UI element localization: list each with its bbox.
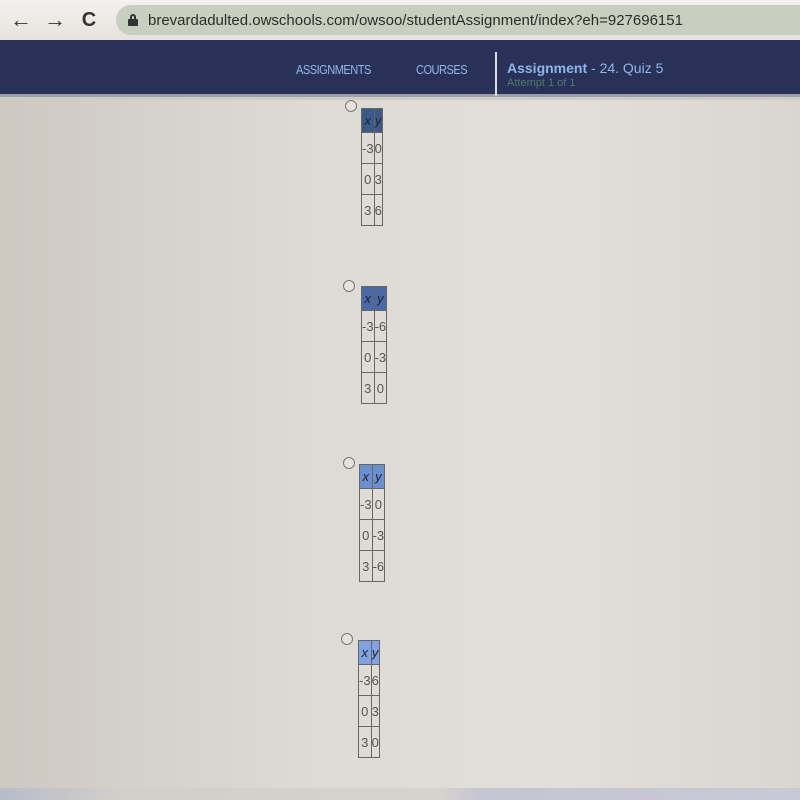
cell-x: -3 (361, 310, 375, 342)
app-header: ASSIGNMENTS COURSES Assignment - 24. Qui… (0, 40, 800, 97)
cell-y: 0 (373, 132, 383, 164)
cell-x: 0 (361, 341, 375, 373)
question-content (0, 100, 800, 790)
cell-x: -3 (358, 664, 372, 696)
radio-button[interactable] (343, 280, 355, 292)
table-row: -3 -6 (361, 310, 388, 342)
nav-assignments[interactable]: ASSIGNMENTS (296, 62, 371, 77)
table-row: -3 0 (361, 132, 383, 164)
table-row: 30 (361, 372, 388, 404)
cell-x: -3 (359, 488, 373, 520)
attempt-label: Attempt 1 of 1 (507, 77, 576, 89)
table-row: 03 (358, 695, 380, 727)
table-header-row: x y (361, 108, 383, 133)
header-y: y (373, 108, 383, 133)
cell-x: 0 (359, 519, 373, 551)
cell-y: 6 (373, 194, 383, 226)
cell-y: 0 (371, 488, 386, 520)
cell-y: -3 (373, 341, 388, 373)
xy-table: x y -3 0 0 -3 3 -6 (359, 464, 386, 582)
cell-y: 0 (373, 372, 388, 404)
cell-y: -6 (373, 310, 388, 342)
radio-button[interactable] (345, 100, 357, 112)
header-divider (495, 52, 497, 96)
cell-x: 3 (361, 194, 375, 226)
table-row: 0 -3 (359, 519, 386, 551)
address-bar[interactable]: brevardadulted.owschools.com/owsoo/stude… (116, 5, 800, 35)
header-x: x (361, 108, 375, 133)
xy-table: x y -3 6 03 30 (358, 640, 380, 758)
cell-y: -3 (371, 519, 386, 551)
radio-button[interactable] (341, 633, 353, 645)
cell-x: 0 (361, 163, 375, 195)
table-row: 3 -6 (359, 550, 386, 582)
table-row: -3 6 (358, 664, 380, 696)
assignment-label: Assignment (507, 60, 588, 76)
cell-y: -6 (371, 550, 386, 582)
assignment-name: - 24. Quiz 5 (587, 60, 664, 76)
cell-y: 3 (373, 163, 383, 195)
radio-button[interactable] (343, 457, 355, 469)
lock-icon (128, 14, 138, 26)
table-row: 30 (358, 726, 380, 758)
cell-y: 3 (370, 695, 380, 727)
table-header-row: x y (361, 286, 388, 311)
header-x: x (358, 640, 372, 665)
header-x: x (361, 286, 375, 311)
browser-toolbar: ← → C brevardadulted.owschools.com/owsoo… (0, 0, 800, 40)
table-row: -3 0 (359, 488, 386, 520)
table-row: 36 (361, 194, 383, 226)
xy-table: x y -3 -6 0 -3 30 (361, 286, 388, 404)
url-text: brevardadulted.owschools.com/owsoo/stude… (148, 11, 683, 29)
reload-icon[interactable]: C (76, 7, 102, 33)
cell-y: 6 (370, 664, 380, 696)
forward-icon[interactable]: → (42, 7, 68, 33)
header-y: y (370, 640, 380, 665)
table-header-row: x y (358, 640, 380, 665)
assignment-title: Assignment - 24. Quiz 5 (507, 60, 663, 76)
back-icon[interactable]: ← (8, 7, 34, 33)
table-header-row: x y (359, 464, 386, 489)
nav-courses[interactable]: COURSES (416, 62, 468, 77)
header-y: y (371, 464, 386, 489)
table-row: 0 -3 (361, 341, 388, 373)
xy-table: x y -3 0 03 36 (361, 108, 383, 226)
cell-x: 3 (358, 726, 372, 758)
taskbar (0, 788, 800, 800)
header-y: y (373, 286, 388, 311)
table-row: 03 (361, 163, 383, 195)
cell-x: -3 (361, 132, 375, 164)
cell-y: 0 (370, 726, 380, 758)
cell-x: 3 (359, 550, 373, 582)
cell-x: 0 (358, 695, 372, 727)
header-x: x (359, 464, 373, 489)
cell-x: 3 (361, 372, 375, 404)
